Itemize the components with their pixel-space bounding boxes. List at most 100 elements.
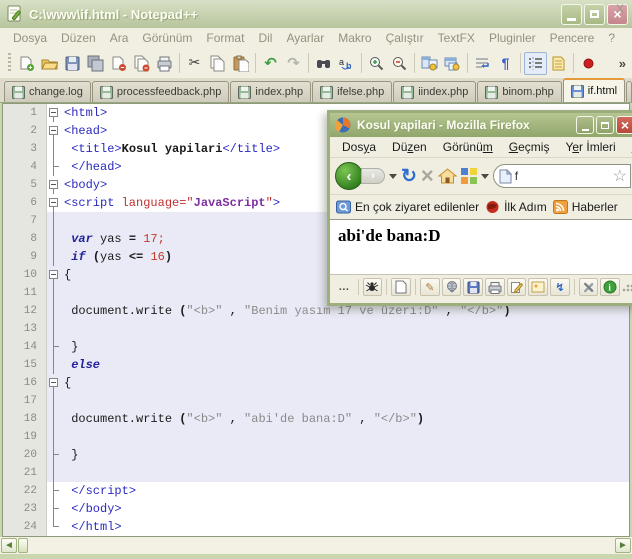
indent-guide-button[interactable]: [524, 51, 547, 75]
print-button[interactable]: [153, 52, 176, 75]
pencil-button[interactable]: ✎: [419, 278, 440, 296]
firefox-menu-aralar[interactable]: Araçlar: [624, 138, 632, 156]
resize-grip[interactable]: [622, 282, 632, 292]
code-line-18[interactable]: 18 document.write ("<b>" , "abi'de bana:…: [3, 410, 629, 428]
replace-button[interactable]: ab: [335, 52, 358, 75]
toolbar-overflow-chevron[interactable]: »: [619, 56, 626, 71]
record-macro-button[interactable]: [577, 52, 600, 75]
npp-menu-pencere[interactable]: Pencere: [543, 29, 602, 47]
tab-ifelse-php[interactable]: ifelse.php: [312, 81, 393, 102]
code-line-13[interactable]: 13: [3, 320, 629, 338]
scrollbar-thumb[interactable]: [18, 538, 28, 553]
save-button[interactable]: [61, 52, 84, 75]
firefox-titlebar[interactable]: Kosul yapilari - Mozilla Firefox ×: [330, 113, 632, 137]
bookmark-i-lk-ad-m[interactable]: İlk Adım: [485, 200, 547, 214]
npp-menu-ara[interactable]: Ara: [103, 29, 136, 47]
bookmark-star-icon[interactable]: ☆: [613, 166, 627, 186]
code-line-21[interactable]: 21: [3, 464, 629, 482]
save-page-button[interactable]: [463, 278, 484, 296]
edit-note-button[interactable]: [506, 278, 527, 296]
fold-collapse-box[interactable]: [47, 194, 61, 212]
npp-menu-ayarlar[interactable]: Ayarlar: [279, 29, 331, 47]
tab-partial[interactable]: [626, 81, 632, 102]
npp-menu-grnm[interactable]: Görünüm: [135, 29, 199, 47]
scroll-right-button[interactable]: ►: [615, 538, 631, 553]
globe-button[interactable]: [441, 278, 462, 296]
firefox-menu-grnm[interactable]: Görünüm: [435, 138, 501, 156]
tab-binom-php[interactable]: binom.php: [477, 81, 562, 102]
code-line-22[interactable]: 22 </script>: [3, 482, 629, 500]
npp-menu-dosya[interactable]: Dosya: [6, 29, 54, 47]
code-line-14[interactable]: 14 }: [3, 338, 629, 356]
firefox-menu-dosya[interactable]: Dosya: [334, 138, 384, 156]
fold-collapse-box[interactable]: [47, 122, 61, 140]
forward-button[interactable]: ›: [361, 168, 385, 184]
history-dropdown-icon[interactable]: [389, 173, 397, 179]
open-file-button[interactable]: [38, 52, 61, 75]
code-line-20[interactable]: 20 }: [3, 446, 629, 464]
image-button[interactable]: [528, 278, 549, 296]
fold-collapse-box[interactable]: [47, 104, 61, 122]
code-line-23[interactable]: 23 </body>: [3, 500, 629, 518]
firefox-close-button[interactable]: ×: [616, 116, 632, 134]
word-wrap-button[interactable]: [471, 52, 494, 75]
tab-if-html[interactable]: if.html: [562, 78, 626, 102]
close-all-documents-button[interactable]: [130, 52, 153, 75]
fold-minus-icon[interactable]: [49, 126, 58, 135]
npp-minimize-button[interactable]: [561, 3, 582, 25]
firefox-window[interactable]: Kosul yapilari - Mozilla Firefox × Dosya…: [327, 110, 632, 306]
home-button[interactable]: [437, 167, 457, 185]
fold-minus-icon[interactable]: [49, 198, 58, 207]
npp-menu-format[interactable]: Format: [199, 29, 251, 47]
save-all-button[interactable]: [84, 52, 107, 75]
print-page-button[interactable]: [485, 278, 505, 296]
lightning-button[interactable]: ↯: [550, 278, 570, 296]
firefox-menu-yerimleri[interactable]: Yer İmleri: [557, 138, 623, 156]
npp-menu-?[interactable]: ?: [601, 29, 622, 47]
npp-menu-dzen[interactable]: Düzen: [54, 29, 103, 47]
firefox-menu-dzen[interactable]: Düzen: [384, 138, 435, 156]
cut-button[interactable]: ✂: [183, 52, 206, 75]
fold-collapse-box[interactable]: [47, 266, 61, 284]
undo-button[interactable]: ↶: [259, 52, 282, 75]
npp-titlebar[interactable]: C:\www\if.html - Notepad++ ×: [0, 0, 632, 28]
location-bar[interactable]: f ☆: [492, 164, 631, 188]
fold-minus-icon[interactable]: [49, 180, 58, 189]
bookmark-en-ok-ziyaret-edilenler[interactable]: En çok ziyaret edilenler: [336, 200, 479, 214]
tab-index-php[interactable]: index.php: [230, 81, 312, 102]
redo-button[interactable]: ↷: [282, 52, 305, 75]
close-document-button[interactable]: [107, 52, 130, 75]
sync-vertical-button[interactable]: [418, 52, 441, 75]
npp-maximize-button[interactable]: [584, 3, 605, 25]
code-line-17[interactable]: 17: [3, 392, 629, 410]
paste-button[interactable]: [229, 52, 252, 75]
tab-processfeedback-php[interactable]: processfeedback.php: [91, 81, 230, 102]
npp-menu-dil[interactable]: Dil: [251, 29, 279, 47]
firefox-maximize-button[interactable]: [596, 116, 614, 134]
npp-menu-makro[interactable]: Makro: [331, 29, 378, 47]
fold-minus-icon[interactable]: [49, 378, 58, 387]
bookmark-haberler[interactable]: Haberler: [552, 200, 618, 214]
back-button[interactable]: ‹: [335, 162, 363, 190]
speed-dial-button[interactable]: [460, 168, 477, 184]
tab-change-log[interactable]: change.log: [4, 81, 91, 102]
npp-menu-altr[interactable]: Çalıştır: [379, 29, 431, 47]
code-line-16[interactable]: 16 {: [3, 374, 629, 392]
npp-menu-textfx[interactable]: TextFX: [431, 29, 482, 47]
reload-button[interactable]: ↻: [401, 167, 417, 186]
code-line-19[interactable]: 19: [3, 428, 629, 446]
firefox-menu-gemi[interactable]: Geçmiş: [501, 138, 558, 156]
horizontal-scrollbar[interactable]: ◄ ►: [0, 537, 632, 554]
tab-iindex-php[interactable]: iindex.php: [393, 81, 477, 102]
firefox-minimize-button[interactable]: [576, 116, 594, 134]
scroll-left-button[interactable]: ◄: [1, 538, 17, 553]
npp-document-close-x[interactable]: X: [616, 2, 624, 16]
speed-dial-dropdown-icon[interactable]: [480, 173, 489, 179]
new-page-button[interactable]: [391, 278, 411, 296]
bug-button[interactable]: [362, 278, 383, 296]
url-text[interactable]: f: [515, 169, 610, 183]
fold-minus-icon[interactable]: [49, 270, 58, 279]
document-map-button[interactable]: [547, 52, 570, 75]
web-tools-button[interactable]: [578, 278, 599, 296]
fold-collapse-box[interactable]: [47, 176, 61, 194]
